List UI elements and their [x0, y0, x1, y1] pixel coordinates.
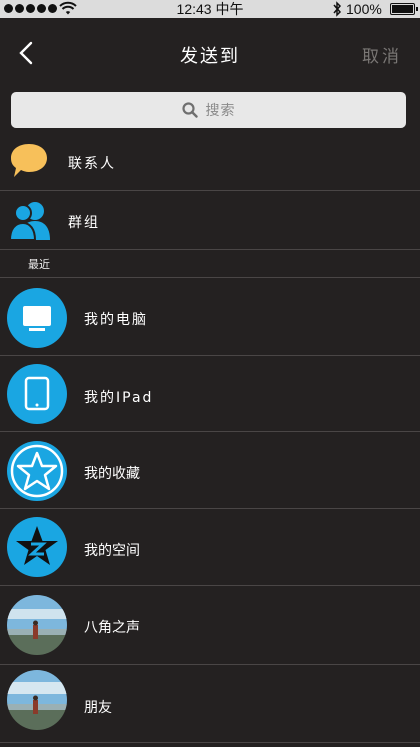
search-placeholder: 搜索 [205, 103, 236, 119]
photo-avatar [7, 670, 67, 730]
star-icon [7, 441, 67, 501]
status-bar: 12:43 中午 100% [0, 0, 420, 18]
nav-bar: 发送到 取消 [0, 18, 420, 88]
recent-item-friend[interactable]: 朋友 [0, 665, 420, 743]
recent-item-computer[interactable]: 我的电脑 [0, 278, 420, 355]
recent-item-label: 我的电脑 [84, 312, 148, 328]
cancel-button[interactable]: 取消 [362, 42, 402, 67]
contacts-row[interactable]: 联系人 [0, 134, 420, 190]
chat-bubble-icon [11, 144, 47, 177]
recent-item-ipad[interactable]: 我的IPad [0, 356, 420, 432]
battery-percent: 100% [346, 1, 382, 17]
search-icon [181, 102, 198, 118]
group-people-icon [8, 202, 50, 241]
page-title: 发送到 [180, 46, 240, 67]
separator [0, 249, 420, 250]
separator [0, 742, 420, 743]
recent-item-label: 八角之声 [84, 620, 140, 636]
bluetooth-icon [333, 1, 342, 17]
section-title-recent: 最近 [28, 258, 50, 271]
battery-icon [390, 3, 418, 15]
qzone-icon [7, 517, 67, 577]
recent-item-qzone[interactable]: 我的空间 [0, 509, 420, 585]
contacts-label: 联系人 [68, 156, 116, 172]
search-input[interactable]: 搜索 [11, 92, 406, 128]
recent-item-label: 我的空间 [84, 543, 140, 559]
computer-icon [7, 288, 67, 348]
groups-row[interactable]: 群组 [0, 191, 420, 249]
recent-item-label: 我的收藏 [84, 466, 140, 482]
recent-item-label: 朋友 [84, 700, 112, 716]
recent-item-contact[interactable]: 八角之声 [0, 586, 420, 664]
photo-avatar [7, 595, 67, 655]
recent-item-favorites[interactable]: 我的收藏 [0, 432, 420, 508]
groups-label: 群组 [68, 215, 100, 231]
tablet-icon [7, 364, 67, 424]
recent-item-label: 我的IPad [84, 390, 154, 406]
